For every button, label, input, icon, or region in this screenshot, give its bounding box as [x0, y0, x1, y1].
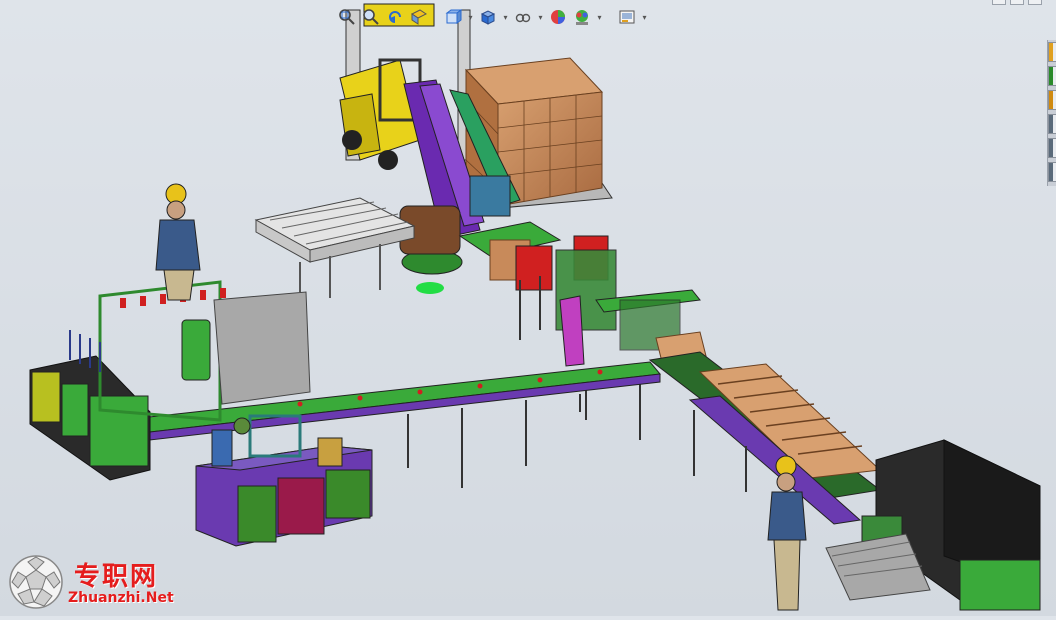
viewport-window-controls	[992, 0, 1042, 5]
close-button[interactable]	[1028, 0, 1042, 5]
hide-show-items-dropdown[interactable]: ▾	[536, 6, 545, 28]
appearances-icon[interactable]	[1048, 138, 1056, 158]
zoom-to-area-icon[interactable]	[360, 6, 382, 28]
empty-pallet[interactable]	[254, 197, 416, 298]
apply-scene-icon[interactable]	[571, 6, 593, 28]
view-settings-dropdown[interactable]: ▾	[640, 6, 649, 28]
previous-view-icon[interactable]	[384, 6, 406, 28]
section-view-icon[interactable]	[408, 6, 430, 28]
task-pane-tabs	[1047, 40, 1056, 186]
heads-up-view-toolbar: ▾ ▾ ▾ ▾ ▾	[336, 4, 649, 30]
apply-scene-dropdown[interactable]: ▾	[595, 6, 604, 28]
file-explorer-icon[interactable]	[1048, 90, 1056, 110]
watermark: 专职网 Zhuanzhi.Net	[6, 552, 182, 612]
design-library-icon[interactable]	[1048, 66, 1056, 86]
labeling-station[interactable]	[195, 414, 373, 547]
resources-icon[interactable]	[1048, 42, 1056, 62]
case-packer[interactable]	[458, 221, 707, 440]
view-palette-icon[interactable]	[1048, 114, 1056, 134]
edit-appearance-icon[interactable]	[547, 6, 569, 28]
minimize-button[interactable]	[992, 0, 1006, 5]
display-style-dropdown[interactable]: ▾	[501, 6, 510, 28]
view-orientation-dropdown[interactable]: ▾	[466, 6, 475, 28]
view-orientation-icon[interactable]	[442, 6, 464, 28]
watermark-url: Zhuanzhi.Net	[68, 590, 174, 606]
view-settings-icon[interactable]	[616, 6, 638, 28]
worker-left[interactable]	[155, 183, 201, 301]
watermark-title: 专职网	[74, 562, 159, 592]
restore-button[interactable]	[1010, 0, 1024, 5]
filling-machine[interactable]	[29, 280, 311, 481]
carton-conveyor[interactable]	[648, 351, 882, 525]
hide-show-items-icon[interactable]	[512, 6, 534, 28]
assembly-model[interactable]	[0, 0, 1056, 616]
soccer-ball-logo-icon	[9, 555, 63, 609]
custom-properties-icon[interactable]	[1048, 162, 1056, 182]
graphics-area[interactable]	[0, 0, 1056, 616]
zoom-to-fit-icon[interactable]	[336, 6, 358, 28]
display-style-icon[interactable]	[477, 6, 499, 28]
